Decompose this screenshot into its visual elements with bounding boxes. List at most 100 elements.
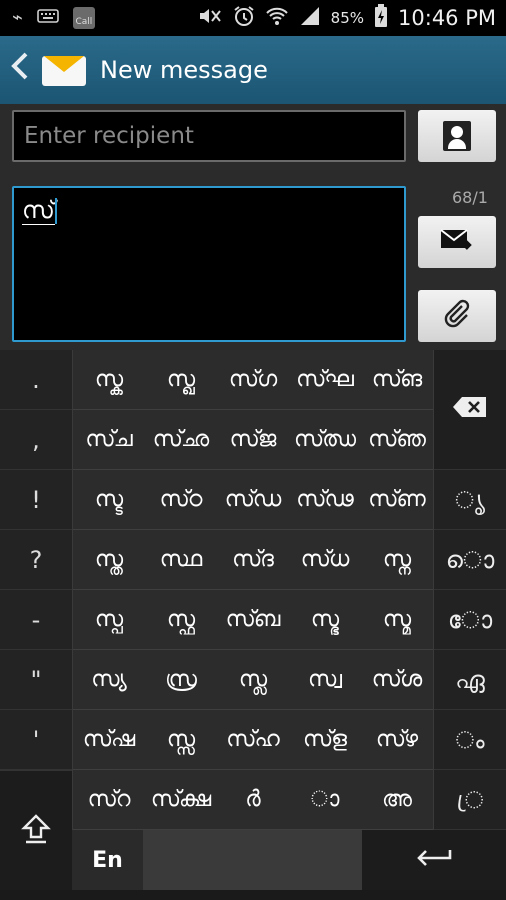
key-vowel-sign[interactable]: ോ bbox=[434, 590, 506, 650]
alarm-icon bbox=[233, 5, 255, 31]
key-row: സ്ത സ്ഥ സ്ദ സ്ധ സ്ന bbox=[73, 530, 433, 590]
key[interactable]: സ്ച bbox=[73, 427, 145, 452]
usb-icon: ⌁ bbox=[12, 7, 23, 28]
enter-arrow-icon bbox=[414, 847, 454, 873]
key[interactable]: സ്സ bbox=[145, 727, 217, 752]
key[interactable]: സ്ശ bbox=[361, 667, 433, 692]
key[interactable]: അ bbox=[361, 787, 433, 812]
key[interactable]: സ്പ bbox=[73, 607, 145, 632]
language-switch-key[interactable]: En bbox=[72, 830, 144, 890]
key-apostrophe[interactable]: ' bbox=[0, 710, 72, 770]
key[interactable]: സ്ക bbox=[73, 367, 145, 392]
key-row: സ്ച സ്ഛ സ്ജ സ്ഝ സ്ഞ bbox=[73, 410, 433, 470]
key[interactable]: സ്ഥ bbox=[145, 547, 217, 572]
add-contact-button[interactable] bbox=[418, 110, 496, 162]
key[interactable]: സ്ഡ bbox=[217, 487, 289, 512]
key[interactable]: സ്ഫ bbox=[145, 607, 217, 632]
shift-icon bbox=[21, 813, 51, 849]
char-counter: 68/1 bbox=[452, 188, 488, 207]
battery-percent: 85% bbox=[330, 9, 365, 27]
send-icon bbox=[440, 227, 474, 257]
key[interactable]: സ്ഘ bbox=[289, 367, 361, 392]
back-arrow-icon[interactable] bbox=[10, 51, 32, 89]
key[interactable]: സ്മ bbox=[361, 607, 433, 632]
backspace-key[interactable] bbox=[434, 350, 506, 470]
key[interactable]: സ്ഭ bbox=[289, 607, 361, 632]
attach-button[interactable] bbox=[418, 290, 496, 342]
key[interactable]: സ്ക്ഷ bbox=[145, 787, 217, 812]
signal-icon bbox=[299, 6, 321, 30]
paperclip-icon bbox=[442, 299, 472, 333]
key-comma[interactable]: , bbox=[0, 410, 72, 470]
key[interactable]: സ്ല bbox=[217, 667, 289, 692]
text-caret bbox=[54, 198, 57, 224]
key[interactable]: സ്ധ bbox=[289, 547, 361, 572]
key-vowel-sign[interactable]: ം bbox=[434, 710, 506, 770]
key[interactable]: സ്ട bbox=[73, 487, 145, 512]
keyboard-icon bbox=[37, 9, 59, 27]
key-row: സ്ഷ സ്സ സ്ഹ സ്ള സ്ഴ bbox=[73, 710, 433, 770]
contact-icon bbox=[443, 121, 471, 151]
key[interactable]: ാ bbox=[289, 787, 361, 812]
punctuation-column: . , ! ? - " ' bbox=[0, 350, 72, 770]
key[interactable]: ർ bbox=[217, 787, 289, 812]
key[interactable]: സ്ന bbox=[361, 547, 433, 572]
key[interactable]: സ്യ bbox=[73, 667, 145, 692]
keyboard-bottom-row: En bbox=[72, 830, 506, 890]
key[interactable]: സ്ണ bbox=[361, 487, 433, 512]
key[interactable]: സ്ത bbox=[73, 547, 145, 572]
key[interactable]: സ്റ bbox=[73, 787, 145, 812]
wifi-icon bbox=[265, 6, 289, 30]
message-input[interactable]: സ് bbox=[12, 186, 406, 342]
key[interactable]: സ്ഠ bbox=[145, 487, 217, 512]
app-bar: New message bbox=[0, 36, 506, 104]
key[interactable]: സ്ഛ bbox=[145, 427, 217, 452]
key[interactable]: സ്ദ bbox=[217, 547, 289, 572]
key[interactable]: സ്ഢ bbox=[289, 487, 361, 512]
backspace-icon bbox=[452, 395, 488, 425]
key-vowel-sign[interactable]: ൃ bbox=[434, 470, 506, 530]
key[interactable]: സ്ങ bbox=[361, 367, 433, 392]
key[interactable]: സ്ള bbox=[289, 727, 361, 752]
enter-key[interactable] bbox=[362, 830, 506, 890]
call-icon: Call bbox=[72, 7, 95, 29]
consonant-grid: സ്ക സ്ഖ സ്ഗ സ്ഘ സ്ങ സ്ച സ്ഛ സ്ജ സ്ഝ സ്ഞ … bbox=[72, 350, 434, 830]
key[interactable]: സ്ഴ bbox=[361, 727, 433, 752]
key-vowel-sign[interactable]: ൊ bbox=[434, 530, 506, 590]
space-key[interactable] bbox=[144, 830, 362, 890]
battery-icon bbox=[374, 4, 388, 32]
page-title: New message bbox=[100, 56, 268, 84]
call-label: Call bbox=[75, 17, 93, 27]
key[interactable]: സ്ഹ bbox=[217, 727, 289, 752]
key-hyphen[interactable]: - bbox=[0, 590, 72, 650]
key-row: സ്യ സ്ര സ്ല സ്വ സ്ശ bbox=[73, 650, 433, 710]
key-double-quote[interactable]: " bbox=[0, 650, 72, 710]
key-row: സ്റ സ്ക്ഷ ർ ാ അ bbox=[73, 770, 433, 830]
recipient-input[interactable]: Enter recipient bbox=[12, 110, 406, 162]
key-question[interactable]: ? bbox=[0, 530, 72, 590]
vowel-sign-column: ൃ ൊ ോ ഏ ം ്ര bbox=[434, 350, 506, 830]
key-period[interactable]: . bbox=[0, 350, 72, 410]
key-vowel-sign[interactable]: ഏ bbox=[434, 650, 506, 710]
key-row: സ്പ സ്ഫ സ്ബ സ്ഭ സ്മ bbox=[73, 590, 433, 650]
send-button[interactable] bbox=[418, 216, 496, 268]
key-vowel-sign[interactable]: ്ര bbox=[434, 770, 506, 830]
key[interactable]: സ്ഗ bbox=[217, 367, 289, 392]
key[interactable]: സ്ഞ bbox=[361, 427, 433, 452]
messages-app-icon bbox=[42, 52, 86, 88]
key[interactable]: സ്ര bbox=[145, 667, 217, 692]
key-row: സ്ക സ്ഖ സ്ഗ സ്ഘ സ്ങ bbox=[73, 350, 433, 410]
clock: 10:46 PM bbox=[398, 6, 496, 30]
mute-icon bbox=[197, 6, 223, 30]
compose-area: Enter recipient സ് 68/1 bbox=[0, 104, 506, 350]
key[interactable]: സ്ഖ bbox=[145, 367, 217, 392]
keyboard: . , ! ? - " ' സ്ക സ്ഖ സ്ഗ സ്ഘ സ്ങ സ്ച സ്… bbox=[0, 350, 506, 900]
key[interactable]: സ്വ bbox=[289, 667, 361, 692]
key[interactable]: സ്ഝ bbox=[289, 427, 361, 452]
message-text: സ് bbox=[22, 196, 55, 225]
key[interactable]: സ്ജ bbox=[217, 427, 289, 452]
shift-key[interactable] bbox=[0, 770, 72, 890]
key-exclamation[interactable]: ! bbox=[0, 470, 72, 530]
key[interactable]: സ്ഷ bbox=[73, 727, 145, 752]
key[interactable]: സ്ബ bbox=[217, 607, 289, 632]
